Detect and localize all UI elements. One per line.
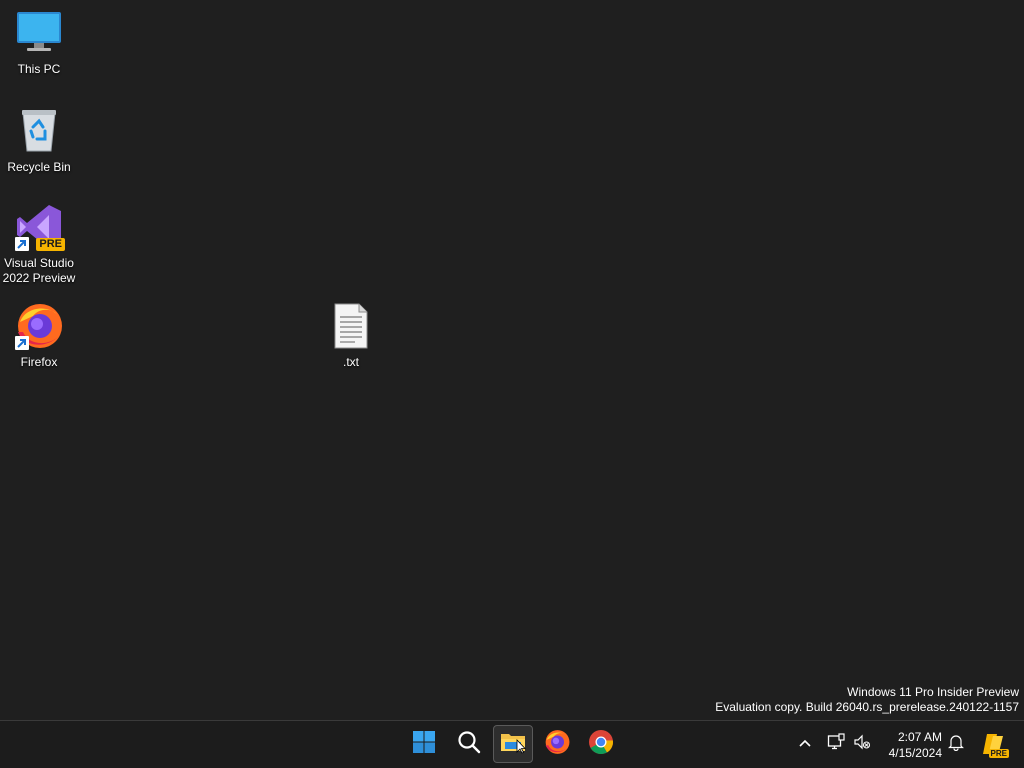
search-button[interactable]: [449, 725, 489, 763]
copilot-button[interactable]: PRE: [980, 732, 1009, 758]
monitor-icon: [15, 9, 63, 57]
clock-date: 4/15/2024: [888, 746, 942, 760]
shortcut-arrow-icon: [15, 336, 29, 350]
desktop-icon-this-pc[interactable]: This PC: [1, 9, 77, 77]
desktop-icon-label: Visual Studio 2022 Preview: [2, 256, 76, 285]
recycle-bin-icon: [15, 107, 63, 155]
firefox-icon: [15, 302, 63, 350]
desktop-icon-label: This PC: [17, 62, 61, 76]
desktop: This PC Recycle Bin PRE Visual Studio 20…: [0, 0, 1024, 720]
volume-button[interactable]: [852, 733, 872, 755]
clock-button[interactable]: 2:07 AM 4/15/2024: [876, 729, 942, 761]
clock-time: 2:07 AM: [897, 730, 942, 744]
evaluation-watermark: Windows 11 Pro Insider Preview Evaluatio…: [715, 685, 1019, 715]
chevron-up-icon: [798, 735, 812, 753]
start-button[interactable]: [404, 725, 444, 763]
desktop-icon-txt-file[interactable]: .txt: [313, 302, 389, 370]
watermark-line-build: Evaluation copy. Build 26040.rs_prerelea…: [715, 700, 1019, 714]
search-icon: [457, 730, 481, 759]
desktop-icon-firefox[interactable]: Firefox: [1, 302, 77, 370]
chrome-icon: [588, 729, 614, 760]
desktop-icon-label: Firefox: [20, 355, 58, 369]
show-hidden-icons-button[interactable]: [795, 733, 815, 755]
network-icon: [827, 732, 845, 756]
taskbar: 2:07 AM 4/15/2024 PRE: [0, 720, 1024, 768]
firefox-taskbar-button[interactable]: [537, 725, 577, 763]
bell-icon: [948, 733, 964, 756]
shortcut-arrow-icon: [15, 237, 29, 251]
preview-badge: PRE: [36, 238, 65, 251]
watermark-line-edition: Windows 11 Pro Insider Preview: [847, 685, 1019, 699]
chrome-taskbar-button[interactable]: [581, 725, 621, 763]
desktop-icon-label: Recycle Bin: [7, 160, 71, 174]
file-explorer-icon: [500, 730, 526, 759]
volume-muted-icon: [853, 733, 871, 756]
start-icon: [412, 730, 436, 759]
text-file-icon: [327, 302, 375, 350]
firefox-icon: [544, 729, 570, 760]
desktop-icon-recycle-bin[interactable]: Recycle Bin: [1, 107, 77, 175]
copilot-icon: PRE: [981, 732, 1009, 758]
preview-badge: PRE: [988, 749, 1009, 758]
network-button[interactable]: [826, 732, 846, 756]
notifications-button[interactable]: [946, 733, 966, 755]
desktop-icon-visual-studio[interactable]: PRE Visual Studio 2022 Preview: [1, 203, 77, 286]
file-explorer-button[interactable]: [493, 725, 533, 763]
desktop-icon-label: .txt: [342, 355, 359, 369]
visual-studio-icon: PRE: [15, 203, 65, 251]
